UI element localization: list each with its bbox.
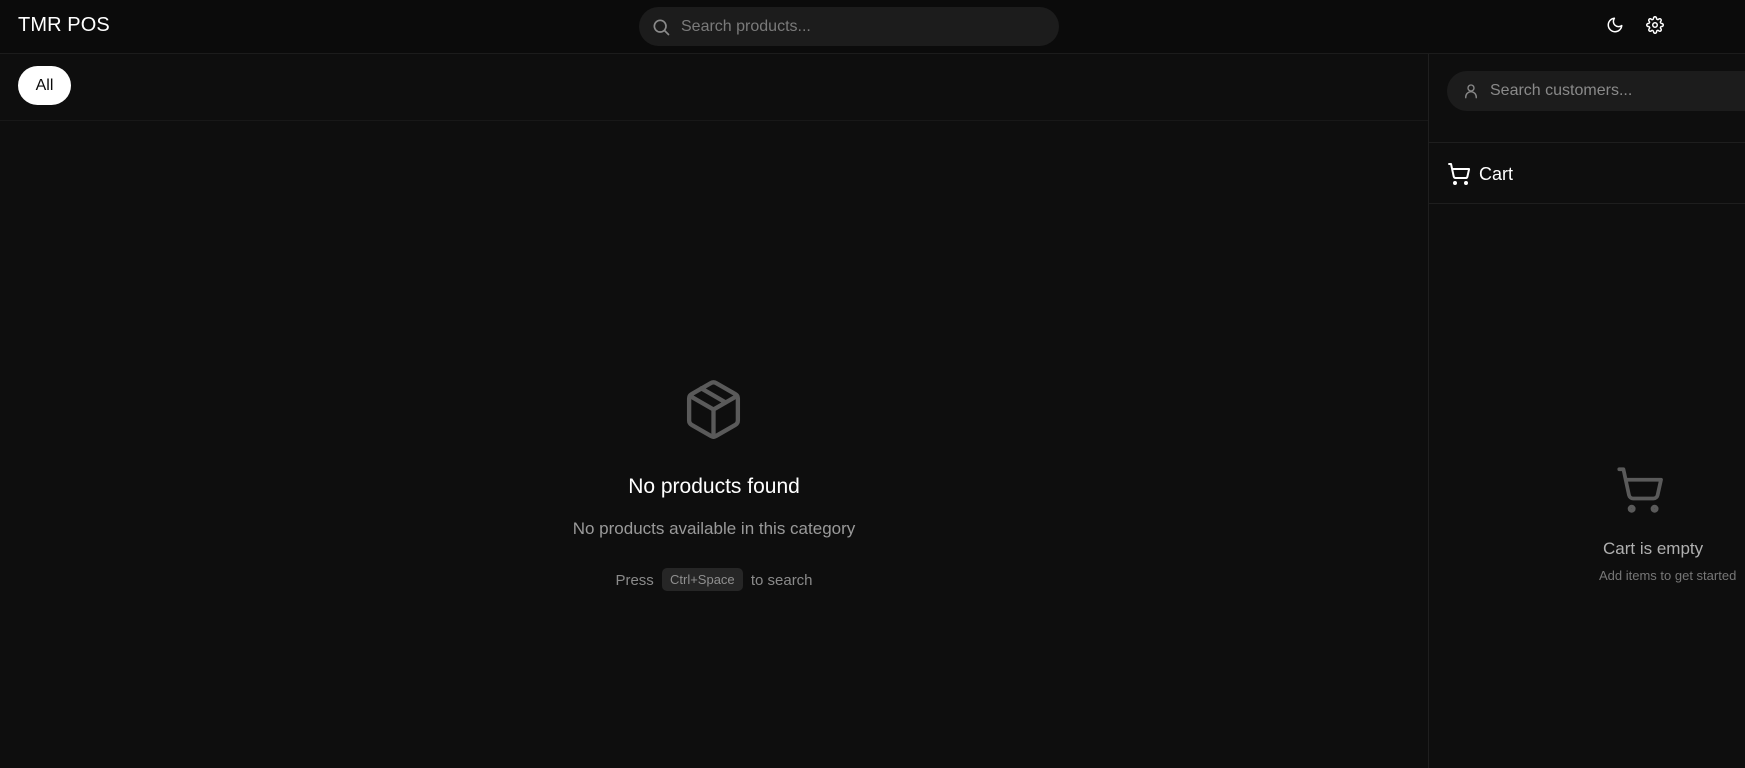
category-bar: All [0,54,1428,121]
product-search-bar[interactable] [639,7,1059,46]
cart-empty-title: Cart is empty [1603,539,1704,558]
customer-search-input[interactable] [1490,71,1745,111]
top-header: TMR POS [0,0,1745,54]
cart-title: Cart [1479,163,1514,184]
moon-icon [1606,16,1624,39]
products-empty-state: No products found No products available … [0,121,1428,768]
cart-panel: Cart Cart is empty Add items to get star… [1428,54,1745,768]
customer-search-bar[interactable] [1447,71,1745,111]
cart-header: Cart [1447,161,1513,187]
category-chip-all[interactable]: All [18,66,71,105]
hint-suffix: to search [750,572,813,589]
user-icon [1462,82,1480,100]
search-shortcut-hint: Press Ctrl+Space to search [0,568,1428,591]
empty-products-subtitle: No products available in this category [572,519,856,538]
pos-app: TMR POS Search products... All No produc… [0,0,1745,768]
empty-products-title: No products found [628,475,800,498]
shortcut-key: Ctrl+Space [661,568,743,591]
theme-toggle-button[interactable] [1603,15,1627,39]
cart-empty-subtitle: Add items to get started [1599,568,1737,583]
search-icon [651,17,671,37]
app-brand: TMR POS [18,14,110,36]
gear-icon [1646,15,1664,39]
divider [1429,142,1745,143]
divider [1429,203,1745,204]
cart-empty-icon [1615,465,1665,515]
settings-button[interactable] [1643,15,1667,39]
hint-prefix: Press [615,572,654,589]
box-icon [681,377,746,442]
product-search-input[interactable] [681,7,1041,46]
cart-icon [1447,162,1471,186]
